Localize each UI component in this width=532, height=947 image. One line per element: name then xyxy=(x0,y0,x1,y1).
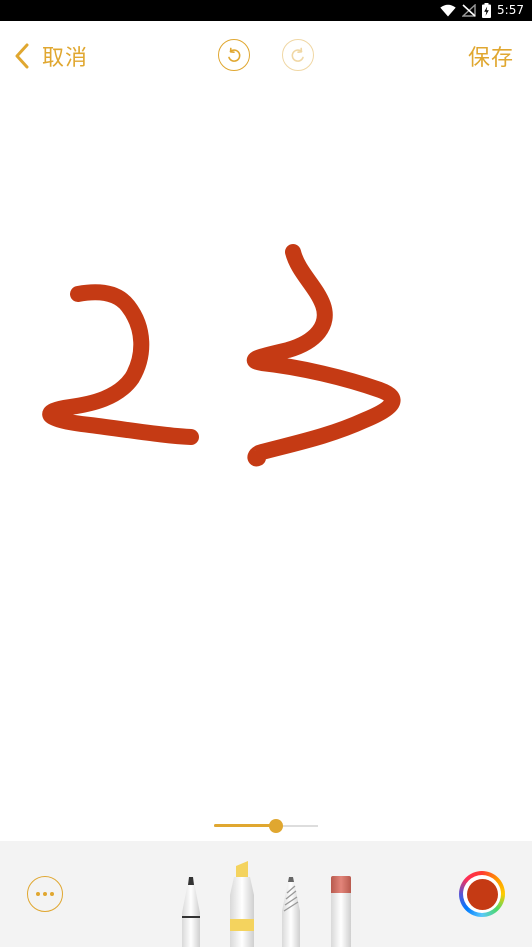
chevron-left-icon xyxy=(15,43,29,69)
pen-tool[interactable] xyxy=(179,875,203,947)
cancel-label: 取消 xyxy=(42,46,89,71)
battery-charging-icon xyxy=(482,3,492,18)
status-time: 5:57 xyxy=(497,3,524,17)
undo-icon xyxy=(228,47,241,62)
undo-button[interactable] xyxy=(218,39,250,71)
save-label: 保存 xyxy=(467,46,514,71)
slider-thumb[interactable] xyxy=(269,819,284,833)
color-picker-icon xyxy=(463,875,501,913)
wifi-icon xyxy=(440,4,456,17)
bottom-toolbar xyxy=(0,841,532,947)
status-icons: 5:57 xyxy=(440,2,524,19)
stroke-width-slider[interactable] xyxy=(214,818,318,834)
more-icon xyxy=(36,892,54,896)
pencil-tool[interactable] xyxy=(279,875,303,947)
marker-tool[interactable] xyxy=(229,861,255,947)
redo-icon xyxy=(291,47,304,62)
slider-fill xyxy=(214,824,277,827)
drawn-stroke-digit-3 xyxy=(246,244,401,467)
color-picker-button[interactable] xyxy=(459,871,505,917)
drawing-canvas[interactable] xyxy=(0,91,532,841)
selected-color-swatch xyxy=(466,878,498,910)
cancel-button[interactable]: 取消 xyxy=(14,39,88,73)
more-options-button[interactable] xyxy=(27,876,63,912)
top-bar: 取消 保存 xyxy=(0,21,532,91)
redo-button[interactable] xyxy=(282,39,314,71)
save-button[interactable]: 保存 xyxy=(468,39,514,73)
eraser-tool[interactable] xyxy=(329,875,353,947)
drawn-stroke-digit-2 xyxy=(42,284,199,445)
no-signal-icon xyxy=(462,4,476,17)
status-bar: 5:57 xyxy=(0,0,532,21)
